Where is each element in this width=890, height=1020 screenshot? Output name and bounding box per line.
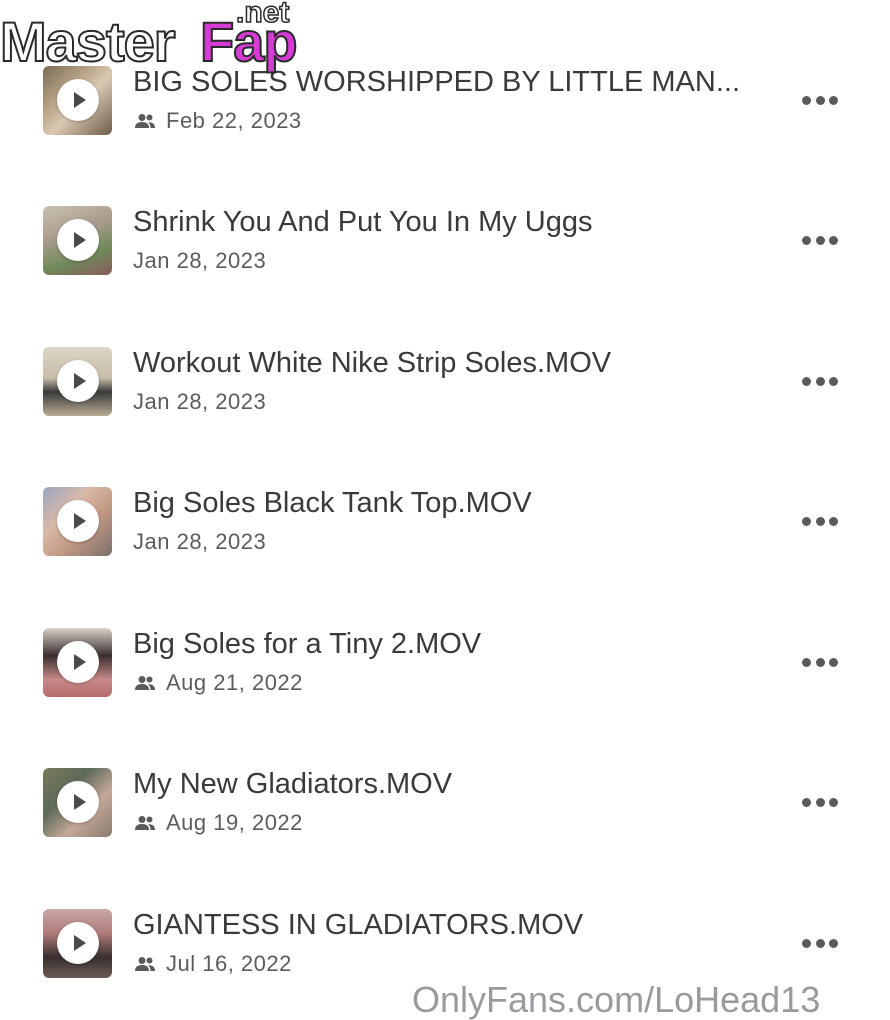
more-dot-icon: [815, 376, 825, 386]
more-options-button[interactable]: [802, 796, 838, 808]
play-icon[interactable]: [57, 641, 99, 683]
play-icon[interactable]: [57, 360, 99, 402]
more-dot-icon: [815, 938, 825, 948]
video-date: Aug 19, 2022: [166, 810, 303, 835]
video-thumbnail[interactable]: [43, 66, 112, 135]
more-options-button[interactable]: [802, 515, 838, 527]
more-dot-icon: [815, 797, 825, 807]
video-date: Jan 28, 2023: [133, 248, 267, 273]
more-options-button[interactable]: [802, 937, 838, 949]
watermark-text: Master: [0, 10, 177, 73]
video-meta: Aug 19, 2022: [133, 810, 303, 836]
video-meta: Aug 21, 2022: [133, 670, 303, 696]
watermark-domain: .net: [235, 0, 290, 29]
video-thumbnail[interactable]: [43, 206, 112, 275]
video-list-item[interactable]: Big Soles for a Tiny 2.MOV Aug 21, 2022: [0, 628, 890, 728]
video-meta: Jan 28, 2023: [133, 529, 266, 555]
watermark-text-accent: Fap: [199, 10, 299, 73]
video-date: Jan 28, 2023: [133, 389, 267, 414]
video-date: Jan 28, 2023: [133, 529, 267, 554]
video-thumbnail[interactable]: [43, 347, 112, 416]
more-dot-icon: [802, 95, 811, 105]
more-options-button[interactable]: [802, 656, 838, 668]
video-thumbnail[interactable]: [43, 768, 112, 837]
play-icon[interactable]: [57, 922, 99, 964]
play-icon[interactable]: [57, 781, 99, 823]
play-icon[interactable]: [57, 500, 99, 542]
video-date: Feb 22, 2023: [166, 108, 302, 133]
video-thumbnail[interactable]: [43, 909, 112, 978]
video-title[interactable]: My New Gladiators.MOV: [133, 768, 452, 800]
more-dot-icon: [802, 516, 811, 526]
video-date: Aug 21, 2022: [166, 670, 303, 695]
more-dot-icon: [829, 235, 838, 245]
more-dot-icon: [802, 657, 811, 667]
more-dot-icon: [815, 95, 825, 105]
more-options-button[interactable]: [802, 375, 838, 387]
video-list-item[interactable]: Shrink You And Put You In My Uggs Jan 28…: [0, 206, 890, 306]
more-dot-icon: [815, 235, 825, 245]
more-options-button[interactable]: [802, 94, 838, 106]
video-meta: Jan 28, 2023: [133, 389, 266, 415]
people-icon: [135, 676, 155, 690]
video-title[interactable]: GIANTESS IN GLADIATORS.MOV: [133, 909, 583, 941]
video-title[interactable]: BIG SOLES WORSHIPPED BY LITTLE MAN...: [133, 66, 740, 98]
video-title[interactable]: Big Soles for a Tiny 2.MOV: [133, 628, 481, 660]
video-thumbnail[interactable]: [43, 487, 112, 556]
more-dot-icon: [829, 376, 838, 386]
video-meta: Feb 22, 2023: [133, 108, 302, 134]
video-title[interactable]: Big Soles Black Tank Top.MOV: [133, 487, 532, 519]
more-dot-icon: [829, 516, 838, 526]
more-dot-icon: [815, 657, 825, 667]
more-dot-icon: [802, 235, 811, 245]
video-list-item[interactable]: BIG SOLES WORSHIPPED BY LITTLE MAN... Fe…: [0, 66, 890, 166]
footer-watermark-text: OnlyFans.com/LoHead13: [412, 979, 821, 1020]
video-meta: Jul 16, 2022: [133, 951, 292, 977]
video-thumbnail[interactable]: [43, 628, 112, 697]
more-dot-icon: [829, 938, 838, 948]
more-dot-icon: [802, 938, 811, 948]
people-icon: [135, 957, 155, 971]
video-date: Jul 16, 2022: [166, 951, 292, 976]
video-list-item[interactable]: My New Gladiators.MOV Aug 19, 2022: [0, 768, 890, 868]
play-icon[interactable]: [57, 79, 99, 121]
more-dot-icon: [829, 797, 838, 807]
people-icon: [135, 114, 155, 128]
more-dot-icon: [802, 797, 811, 807]
more-dot-icon: [802, 376, 811, 386]
video-title[interactable]: Workout White Nike Strip Soles.MOV: [133, 347, 611, 379]
more-dot-icon: [829, 657, 838, 667]
video-list-item[interactable]: Big Soles Black Tank Top.MOV Jan 28, 202…: [0, 487, 890, 587]
video-title[interactable]: Shrink You And Put You In My Uggs: [133, 206, 593, 238]
video-list-item[interactable]: Workout White Nike Strip Soles.MOV Jan 2…: [0, 347, 890, 447]
more-dot-icon: [815, 516, 825, 526]
more-options-button[interactable]: [802, 234, 838, 246]
more-dot-icon: [829, 95, 838, 105]
people-icon: [135, 816, 155, 830]
play-icon[interactable]: [57, 219, 99, 261]
video-meta: Jan 28, 2023: [133, 248, 266, 274]
